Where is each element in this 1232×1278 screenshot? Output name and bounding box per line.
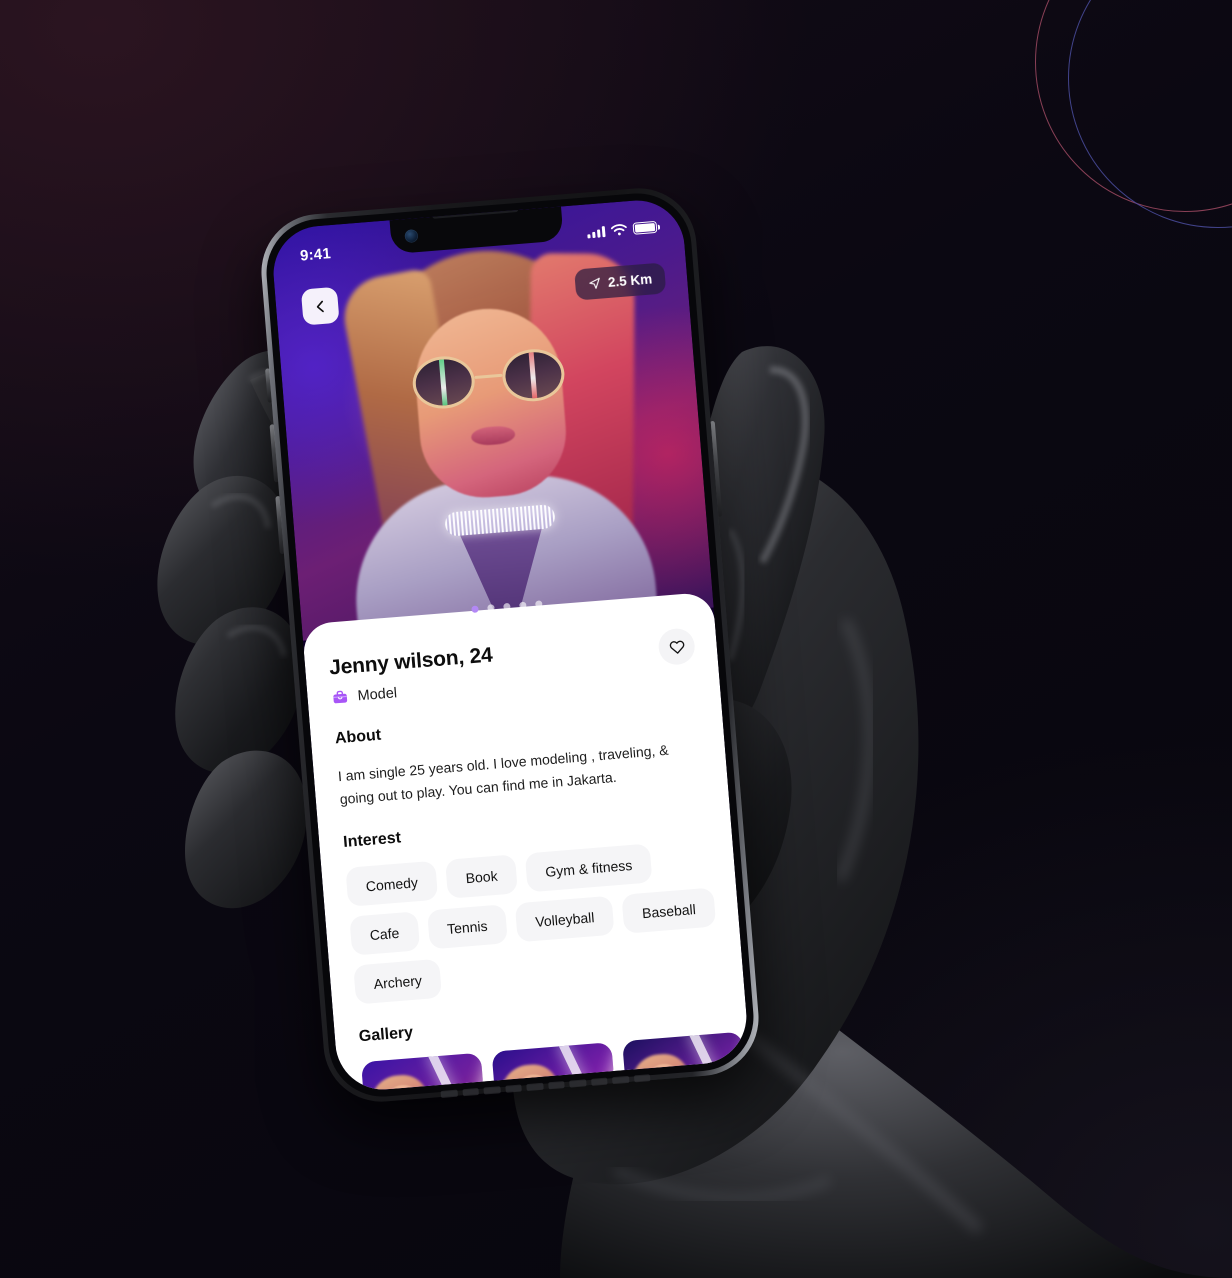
interest-tag[interactable]: Cafe	[349, 911, 420, 956]
wifi-icon	[610, 224, 627, 236]
interest-tag[interactable]: Archery	[353, 959, 443, 1005]
briefcase-icon	[333, 690, 348, 704]
interest-tag[interactable]: Gym & fitness	[524, 843, 653, 893]
sunglasses-bridge	[474, 373, 503, 379]
status-indicators	[587, 220, 658, 239]
phone-frame: 2.5 Km Jenny wilson, 24 Model About I am…	[257, 183, 763, 1107]
page-backdrop: 2.5 Km Jenny wilson, 24 Model About I am…	[0, 0, 1232, 1278]
navigation-arrow-icon	[589, 277, 600, 289]
distance-label: 2.5 Km	[607, 271, 653, 290]
chevron-left-icon	[316, 300, 324, 312]
about-text: I am single 25 years old. I love modelin…	[337, 741, 670, 807]
interest-tag[interactable]: Tennis	[426, 904, 508, 950]
gallery-hair	[368, 1073, 433, 1094]
status-time: 9:41	[299, 244, 332, 265]
carousel-dot-3[interactable]	[503, 602, 511, 611]
carousel-dot-2[interactable]	[487, 604, 495, 612]
decorative-ring-outer	[1035, 0, 1232, 212]
interest-tag[interactable]: Book	[445, 854, 519, 900]
gallery-thumbnail[interactable]	[361, 1053, 490, 1094]
phone-screen: 2.5 Km Jenny wilson, 24 Model About I am…	[269, 196, 751, 1094]
profile-name: Jenny wilson, 24	[328, 643, 494, 680]
sunglasses-lens-right	[500, 346, 567, 404]
heart-icon	[669, 640, 684, 654]
profile-sheet: Jenny wilson, 24 Model About I am single…	[301, 591, 751, 1094]
decorative-ring-inner	[1068, 0, 1232, 228]
signal-bars-icon	[587, 225, 606, 238]
profile-job-label: Model	[356, 684, 398, 704]
phone-bezel: 2.5 Km Jenny wilson, 24 Model About I am…	[262, 189, 758, 1101]
favorite-button[interactable]	[657, 627, 697, 667]
interest-tag[interactable]: Volleyball	[514, 895, 615, 943]
phone-mockup: 2.5 Km Jenny wilson, 24 Model About I am…	[237, 164, 789, 1134]
carousel-dot-4[interactable]	[519, 601, 527, 610]
back-button[interactable]	[300, 286, 340, 326]
profile-header: Jenny wilson, 24 Model	[328, 627, 697, 706]
sunglasses-lens-left	[410, 354, 477, 411]
interest-tag-list: Comedy Book Gym & fitness Cafe Tennis Volleyb…	[345, 839, 721, 1005]
interest-tag[interactable]: Baseball	[621, 887, 717, 935]
profile-job: Model	[331, 676, 496, 706]
distance-badge[interactable]: 2.5 Km	[573, 262, 667, 301]
carousel-dot-1[interactable]	[471, 605, 479, 613]
carousel-dot-5[interactable]	[535, 600, 543, 608]
interest-tag[interactable]: Comedy	[345, 861, 439, 908]
battery-icon	[632, 220, 658, 235]
